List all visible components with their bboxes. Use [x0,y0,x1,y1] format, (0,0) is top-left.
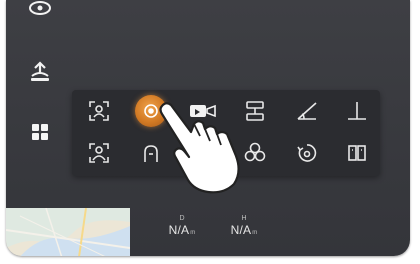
perpendicular-icon[interactable] [342,96,372,126]
map-thumbnail[interactable] [6,208,130,256]
distance-unit: m [190,230,196,236]
distance-label: D [179,215,185,222]
grid-menu-icon[interactable] [26,118,54,146]
camera-icon[interactable] [26,0,54,22]
face-detect-icon[interactable] [84,96,114,126]
intelligent-flight-panel [72,90,380,176]
orbit-icon[interactable] [292,138,322,168]
app-screen: D N/Am H N/Am [6,0,410,256]
distance-readout: D N/Am [162,214,202,240]
cluster-icon[interactable] [240,138,270,168]
return-home-icon[interactable] [26,58,54,86]
hidden-tool-icon[interactable] [188,138,218,168]
height-readout: H N/Am [224,214,264,240]
video-record-icon[interactable] [188,96,218,126]
height-value: N/A [230,223,252,237]
angle-icon[interactable] [292,96,322,126]
portrait-track-icon[interactable] [84,138,114,168]
height-label: H [241,215,247,222]
distance-value: N/A [168,223,190,237]
waypoint-icon[interactable] [240,96,270,126]
height-unit: m [252,230,258,236]
point-of-interest-icon[interactable] [135,95,167,127]
gesture-icon[interactable] [136,138,166,168]
split-view-icon[interactable] [342,138,372,168]
